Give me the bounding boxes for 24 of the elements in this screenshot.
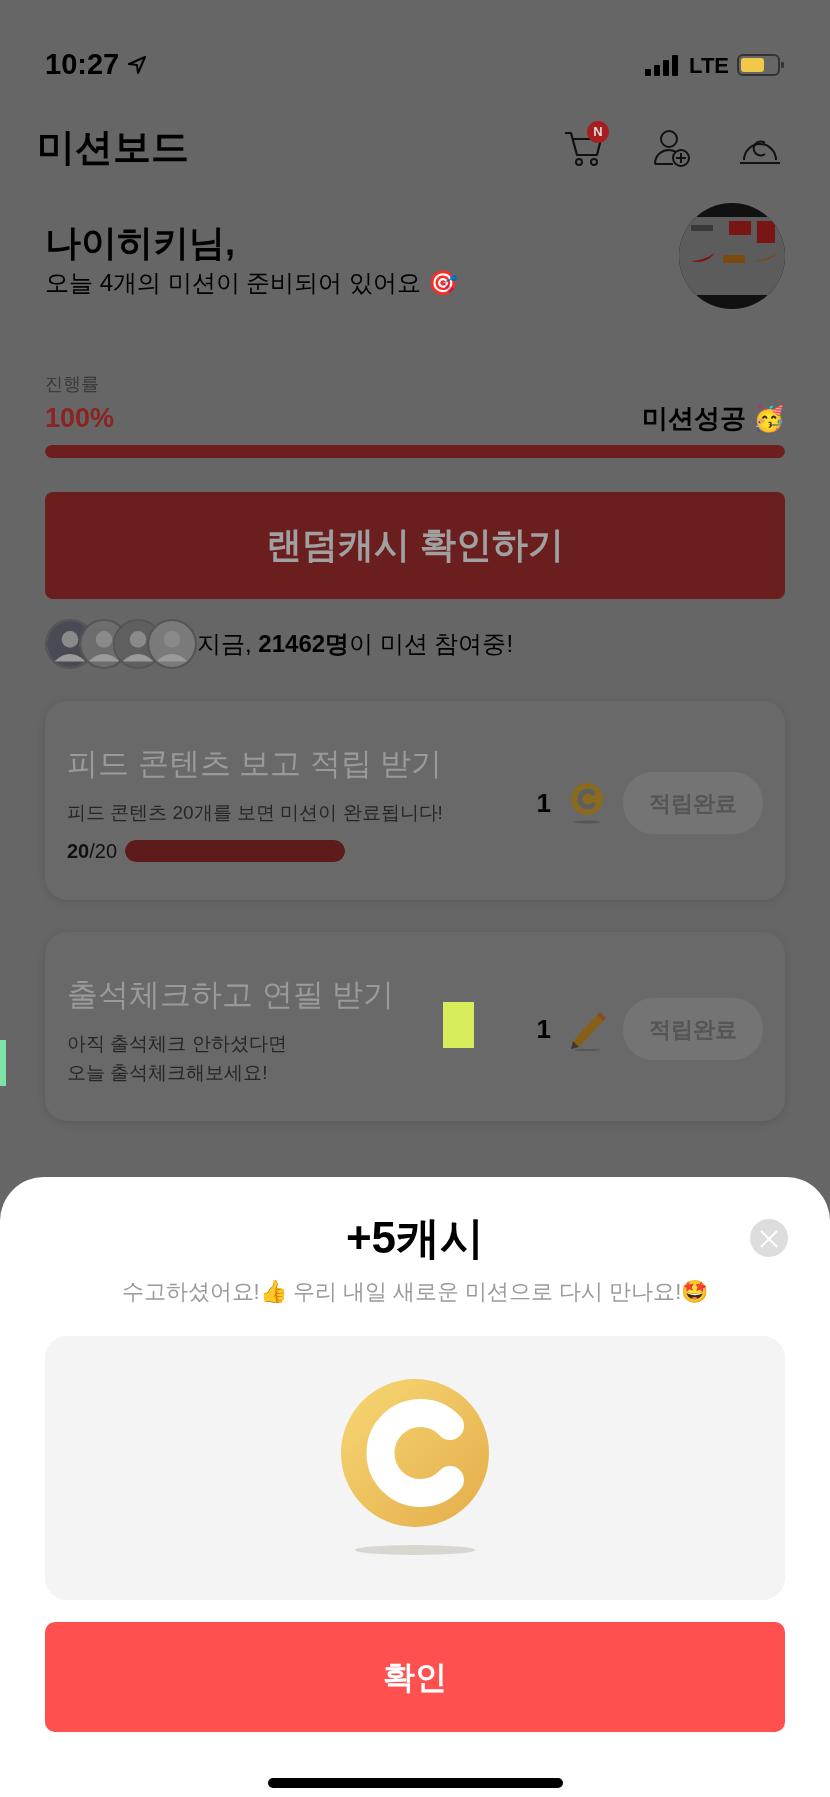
reward-message: 수고하셨어요!👍 우리 내일 새로운 미션으로 다시 만나요!🤩 — [120, 1278, 710, 1306]
battery-icon — [737, 53, 785, 77]
mission-count-text: 오늘 4개의 미션이 준비되어 있어요 🎯 — [45, 267, 458, 298]
mission-description: 아직 출석체크 안하셨다면 오늘 출석체크해보세요! — [67, 1032, 288, 1085]
clock-time: 10:27 — [45, 47, 120, 83]
user-greeting: 나이히키님, — [45, 221, 236, 265]
add-friend-icon[interactable] — [653, 127, 691, 168]
notification-badge: N — [587, 120, 609, 143]
page-title: 미션보드 — [37, 125, 189, 170]
random-cash-button[interactable]: 랜덤캐시 확인하기 — [45, 491, 785, 599]
network-label: LTE — [689, 51, 729, 80]
location-arrow-icon — [127, 55, 148, 75]
participants-text: 지금, 21462명이 미션 참여중! — [197, 628, 514, 659]
reward-amount: 1 — [536, 786, 551, 820]
highlight-marker — [443, 1002, 474, 1048]
mission-description: 피드 콘텐츠 20개를 보면 미션이 완료됩니다! — [67, 801, 443, 825]
progress-percent: 100% — [45, 402, 115, 435]
confirm-button[interactable]: 확인 — [45, 1622, 785, 1732]
reward-title: +5캐시 — [345, 1212, 485, 1264]
highlight-marker — [0, 1040, 6, 1086]
mission-progress-count: 20/20 — [67, 838, 118, 864]
reward-amount: 1 — [536, 1012, 551, 1046]
close-icon — [759, 1228, 779, 1249]
mission-success-label: 미션성공 🥳 — [641, 401, 785, 435]
